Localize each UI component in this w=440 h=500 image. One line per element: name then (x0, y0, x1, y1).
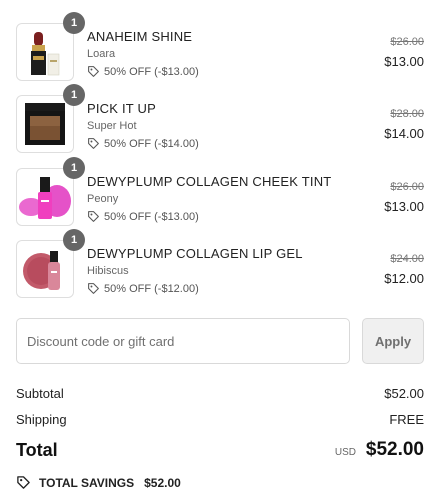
savings-value: $52.00 (144, 475, 181, 490)
lipstick-image (17, 24, 73, 80)
bronzer-compact-image (17, 96, 73, 152)
savings-label: TOTAL SAVINGS (39, 475, 135, 490)
total-value: $52.00 (365, 439, 424, 460)
quantity-badge: 1 (63, 229, 85, 251)
product-discount: 50% OFF (-$14.00) (87, 137, 199, 150)
total-savings: TOTAL SAVINGS $52.00 (16, 475, 181, 490)
sale-price: $13.00 (384, 54, 424, 69)
sale-price: $14.00 (384, 126, 424, 141)
product-name: ANAHEIM SHINE (87, 29, 193, 44)
product-name: DEWYPLUMP COLLAGEN LIP GEL (87, 246, 303, 261)
product-thumbnail: 1 (16, 229, 85, 298)
tag-icon (88, 66, 99, 77)
total-label: Total (16, 440, 58, 460)
total-currency: USD (334, 447, 356, 458)
apply-discount-button[interactable]: Apply (362, 318, 424, 364)
quantity-badge: 1 (63, 84, 85, 106)
cheek-tint-image (17, 169, 73, 225)
product-discount: 50% OFF (-$13.00) (87, 210, 199, 223)
discount-text: 50% OFF (-$13.00) (104, 65, 199, 78)
line-item: 1 DEWYPLUMP COLLAGEN CHEEK TINT Peony 50… (0, 157, 440, 228)
shipping-value: FREE (389, 412, 424, 427)
line-item: 1 PICK IT UP Super Hot 50% OFF (-$14.00)… (0, 84, 440, 155)
product-discount: 50% OFF (-$13.00) (87, 65, 199, 78)
line-item: 1 DEWYPLUMP COLLAGEN LIP GEL Hibiscus 50… (0, 229, 440, 300)
product-discount: 50% OFF (-$12.00) (87, 282, 199, 295)
original-price: $26.00 (390, 36, 424, 48)
product-variant: Super Hot (87, 120, 137, 132)
original-price: $28.00 (390, 108, 424, 120)
product-thumbnail: 1 (16, 157, 85, 226)
discount-text: 50% OFF (-$13.00) (104, 210, 199, 223)
product-thumbnail: 1 (16, 84, 85, 153)
product-name: PICK IT UP (87, 101, 156, 116)
sale-price: $12.00 (384, 271, 424, 286)
subtotal-value: $52.00 (384, 386, 424, 401)
original-price: $24.00 (390, 253, 424, 265)
tag-icon (88, 211, 99, 222)
quantity-badge: 1 (63, 12, 85, 34)
sale-price: $13.00 (384, 199, 424, 214)
shipping-label: Shipping (16, 412, 67, 427)
discount-text: 50% OFF (-$14.00) (104, 137, 199, 150)
product-name: DEWYPLUMP COLLAGEN CHEEK TINT (87, 174, 332, 189)
product-variant: Peony (87, 193, 119, 205)
lip-gel-image (17, 241, 73, 297)
tag-icon (88, 138, 99, 149)
line-item: 1 ANAHEIM SHINE Loara 50% OFF (-$13.00) … (0, 12, 440, 83)
quantity-badge: 1 (63, 157, 85, 179)
product-thumbnail: 1 (16, 12, 85, 81)
discount-text: 50% OFF (-$12.00) (104, 282, 199, 295)
subtotal-label: Subtotal (16, 386, 64, 401)
discount-code-input[interactable] (16, 318, 350, 364)
product-variant: Loara (87, 48, 116, 60)
original-price: $26.00 (390, 181, 424, 193)
tag-icon (88, 283, 99, 294)
product-variant: Hibiscus (87, 265, 129, 277)
tag-icon (17, 476, 30, 489)
